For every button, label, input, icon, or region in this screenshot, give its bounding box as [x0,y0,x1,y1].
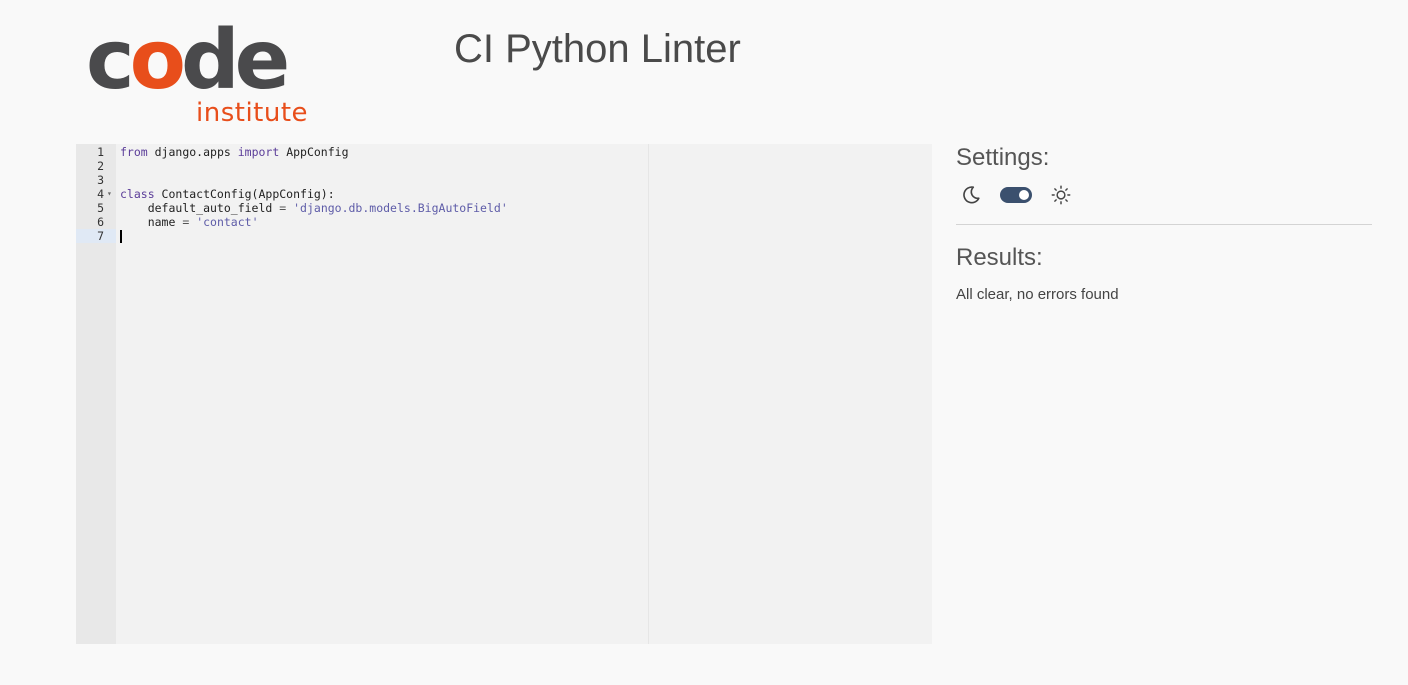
editor-line[interactable]: 4 ▾ class ContactConfig(AppConfig): [76,187,932,201]
code-token: 'django.db.models.BigAutoField' [293,201,508,215]
code-token: import [237,145,280,159]
panel-divider [956,224,1372,225]
editor-line[interactable]: 5 default_auto_field = 'django.db.models… [76,201,932,215]
editor-line[interactable]: 3 [76,173,932,187]
line-number: 5 [97,201,104,215]
code-text[interactable]: from django.apps import AppConfig [120,145,349,159]
theme-switcher [956,182,1156,208]
line-number-cell: 2 [76,159,116,173]
logo-letters-c: c [86,13,135,108]
code-token: AppConfig [279,145,349,159]
code-token: from [120,145,148,159]
results-message: All clear, no errors found [956,286,1119,303]
logo-letter-o: o [129,13,186,108]
page-title: CI Python Linter [454,27,741,71]
code-token: 'contact' [196,215,259,229]
line-number-cell: 4 ▾ [76,187,116,201]
code-institute-logo: code institute [86,20,316,130]
code-token: class [120,187,155,201]
line-number: 3 [97,173,104,187]
line-number: 2 [97,159,104,173]
text-cursor [120,230,122,243]
page: code institute CI Python Linter 1 from dj… [0,0,1408,685]
results-heading: Results: [956,244,1043,271]
logo-institute-text: institute [196,98,309,128]
settings-heading: Settings: [956,144,1050,171]
code-text[interactable]: class ContactConfig(AppConfig): [120,187,335,201]
line-number: 1 [97,145,104,159]
editor-line[interactable]: 1 from django.apps import AppConfig [76,145,932,159]
sun-icon [1051,185,1071,205]
line-number-cell: 5 [76,201,116,215]
line-number: 7 [97,229,104,243]
moon-icon [963,186,980,204]
line-number: 4 [97,187,104,201]
editor-line[interactable]: 6 name = 'contact' [76,215,932,229]
code-token: name [120,215,183,229]
code-text[interactable]: default_auto_field = 'django.db.models.B… [120,201,508,215]
code-editor[interactable]: 1 from django.apps import AppConfig 2 3 4 ▾ cl… [76,144,932,644]
line-number-cell: 3 [76,173,116,187]
logo-letters-de: de [180,13,290,108]
line-number-cell: 6 [76,215,116,229]
logo-code-text: code [86,20,290,102]
theme-toggle[interactable] [1000,187,1032,203]
line-number-cell: 7 [76,229,116,243]
code-token: django.apps [147,145,238,159]
line-number-cell: 1 [76,145,116,159]
editor-line[interactable]: 7 [76,229,932,243]
fold-arrow-icon[interactable]: ▾ [107,187,112,201]
code-text[interactable]: name = 'contact' [120,215,259,229]
line-number: 6 [97,215,104,229]
code-token: default_auto_field [120,201,280,215]
code-token: ContactConfig(AppConfig): [154,187,335,201]
editor-line[interactable]: 2 [76,159,932,173]
toggle-knob [1019,190,1029,200]
